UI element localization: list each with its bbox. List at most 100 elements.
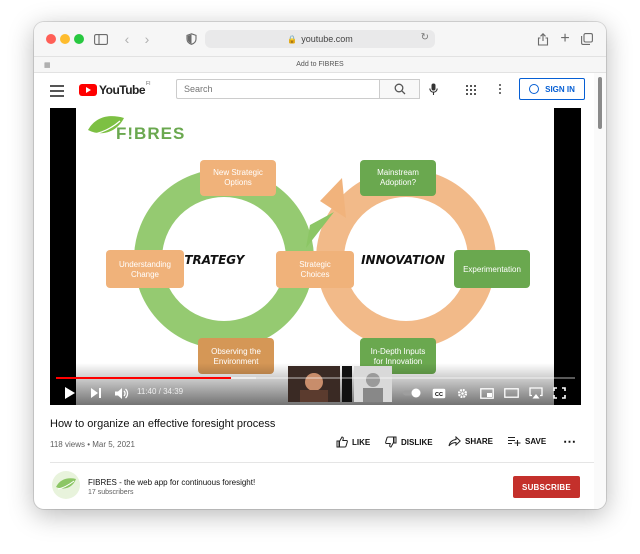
youtube-play-logo-icon xyxy=(79,84,97,96)
channel-name[interactable]: FIBRES - the web app for continuous fore… xyxy=(88,478,255,487)
like-button[interactable]: LIKE xyxy=(336,436,370,448)
thumbs-down-icon xyxy=(385,436,397,448)
reload-icon[interactable]: ↻ xyxy=(421,32,429,43)
subscribe-button[interactable]: SUBSCRIBE xyxy=(513,476,580,498)
save-button[interactable]: SAVE xyxy=(508,436,546,446)
settings-kebab-icon[interactable] xyxy=(499,84,502,96)
svg-text:Understanding: Understanding xyxy=(119,260,171,269)
scrollbar-thumb[interactable] xyxy=(598,77,602,129)
video-slide: F!BRES STRATEGY INNOVATION New Strategic… xyxy=(76,108,554,405)
dislike-button[interactable]: DISLIKE xyxy=(385,436,433,448)
forward-icon[interactable]: › xyxy=(138,30,156,48)
back-icon[interactable]: ‹ xyxy=(118,30,136,48)
mute-button[interactable] xyxy=(114,385,129,401)
address-bar[interactable]: 🔒 youtube.com ↻ xyxy=(205,30,435,48)
microphone-icon[interactable] xyxy=(429,83,438,101)
sign-in-button[interactable]: SIGN IN xyxy=(519,78,585,100)
svg-text:New Strategic: New Strategic xyxy=(213,168,263,177)
account-circle-icon xyxy=(529,84,540,94)
play-icon xyxy=(65,387,75,399)
dislike-label: DISLIKE xyxy=(401,437,433,447)
svg-text:Choices: Choices xyxy=(301,270,330,279)
page-scrollbar[interactable] xyxy=(594,73,606,509)
time-display: 11:40 / 34:39 xyxy=(137,387,184,396)
strategy-label: STRATEGY xyxy=(176,253,246,267)
share-label: SHARE xyxy=(465,437,494,446)
fullscreen-button[interactable] xyxy=(553,385,566,401)
preview-thumbnails xyxy=(288,366,406,402)
play-button[interactable] xyxy=(64,385,76,401)
box-strategic-choices: Strategic Choices xyxy=(276,251,354,288)
autoplay-toggle[interactable] xyxy=(402,385,422,401)
miniplayer-button[interactable] xyxy=(480,385,494,401)
svg-text:In-Depth Inputs: In-Depth Inputs xyxy=(371,347,426,356)
save-label: SAVE xyxy=(525,436,547,446)
logo-text: YouTube xyxy=(99,83,146,97)
theater-mode-button[interactable] xyxy=(504,385,519,401)
more-actions-button[interactable]: ⋯ xyxy=(563,434,576,450)
more-horizontal-icon: ⋯ xyxy=(563,434,576,449)
airplay-icon xyxy=(529,387,543,399)
share-button[interactable]: SHARE xyxy=(448,436,493,447)
foresight-loop-diagram: F!BRES STRATEGY INNOVATION New Strategic… xyxy=(88,116,530,374)
svg-text:CC: CC xyxy=(435,391,443,397)
fullscreen-icon xyxy=(553,387,566,399)
zoom-window-button[interactable] xyxy=(74,34,84,44)
sign-in-label: SIGN IN xyxy=(545,84,575,94)
gear-icon xyxy=(457,388,468,398)
svg-text:Change: Change xyxy=(131,270,160,279)
box-new-strategic-options: New Strategic Options xyxy=(200,160,276,196)
privacy-shield-icon[interactable] xyxy=(182,30,200,48)
search-input[interactable] xyxy=(176,79,380,99)
close-window-button[interactable] xyxy=(46,34,56,44)
svg-text:Mainstream: Mainstream xyxy=(377,168,419,177)
sidebar-toggle-icon[interactable] xyxy=(92,30,110,48)
fibres-brand-text: F!BRES xyxy=(116,124,185,143)
settings-button[interactable] xyxy=(456,385,469,401)
video-player[interactable]: F!BRES STRATEGY INNOVATION New Strategic… xyxy=(50,108,581,405)
thumbnail-slide xyxy=(354,366,392,402)
thumbs-up-icon xyxy=(336,436,348,448)
thumbnail-speaker xyxy=(288,366,340,402)
progress-bar[interactable] xyxy=(56,377,575,379)
minimize-window-button[interactable] xyxy=(60,34,70,44)
region-code: FI xyxy=(146,81,151,87)
like-label: LIKE xyxy=(352,437,371,447)
svg-text:Adoption?: Adoption? xyxy=(380,178,417,187)
airplay-button[interactable] xyxy=(529,385,543,401)
miniplayer-icon xyxy=(480,387,494,399)
menu-icon[interactable] xyxy=(50,85,64,100)
skip-next-icon xyxy=(91,388,101,398)
innovation-label: INNOVATION xyxy=(361,253,445,267)
svg-text:Strategic: Strategic xyxy=(299,260,331,269)
apps-grid-icon[interactable] xyxy=(466,85,476,95)
svg-text:Options: Options xyxy=(224,178,252,187)
captions-button[interactable]: CC xyxy=(432,385,446,401)
box-understanding-change: Understanding Change xyxy=(106,250,184,288)
next-button[interactable] xyxy=(90,385,102,401)
progress-played xyxy=(56,377,231,379)
new-tab-icon[interactable]: + xyxy=(556,30,574,48)
browser-window: ‹ › 🔒 youtube.com ↻ + ▦ Add to FIBRES Yo… xyxy=(34,22,606,509)
channel-avatar[interactable] xyxy=(52,471,80,499)
info-divider xyxy=(50,462,594,463)
subscriber-count: 17 subscribers xyxy=(88,489,134,496)
favorites-grid-icon[interactable]: ▦ xyxy=(44,61,51,69)
tab-overview-icon[interactable] xyxy=(578,30,596,48)
youtube-header: YouTube FI SIGN IN xyxy=(34,73,594,109)
theater-mode-icon xyxy=(504,388,519,398)
address-text: youtube.com xyxy=(301,34,353,44)
box-mainstream-adoption: Mainstream Adoption? xyxy=(360,160,436,196)
search-button[interactable] xyxy=(380,79,420,99)
video-title: How to organize an effective foresight p… xyxy=(50,418,276,430)
search-icon xyxy=(394,83,405,95)
share-arrow-icon xyxy=(448,436,461,447)
share-icon[interactable] xyxy=(534,30,552,48)
favorites-bar: ▦ Add to FIBRES xyxy=(34,57,606,73)
favorites-item-add-to-fibres[interactable]: Add to FIBRES xyxy=(296,61,343,68)
svg-text:Observing the: Observing the xyxy=(211,347,261,356)
captions-icon: CC xyxy=(432,388,446,398)
youtube-logo[interactable]: YouTube FI xyxy=(79,81,151,97)
lock-icon: 🔒 xyxy=(287,34,298,44)
box-experimentation: Experimentation xyxy=(454,250,530,288)
